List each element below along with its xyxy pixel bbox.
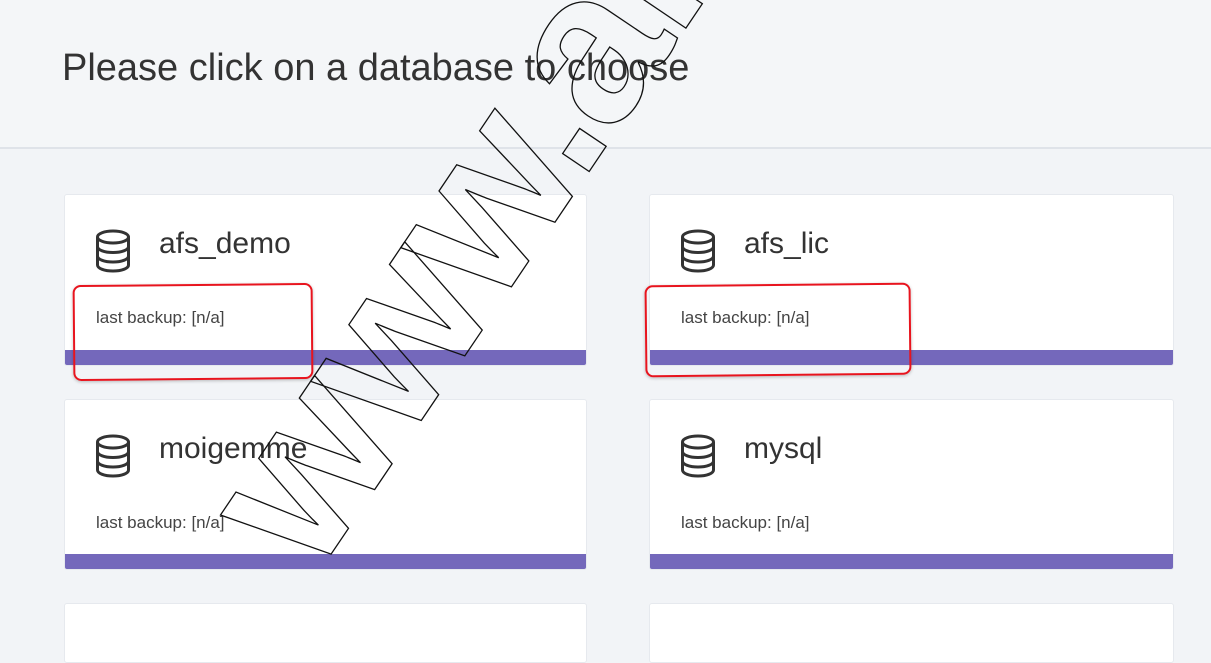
page-header: Please click on a database to choose [0,0,1211,149]
database-icon [95,434,131,478]
last-backup-label: last backup: [n/a] [681,513,810,532]
database-icon [680,434,716,478]
database-card-mysql[interactable]: mysql last backup: [n/a] [649,399,1174,570]
card-accent-bar [650,554,1173,569]
database-name: mysql [744,432,823,465]
page-title: Please click on a database to choose [62,47,690,89]
card-accent-bar [65,554,586,569]
database-card-6[interactable] [649,603,1174,663]
card-accent-bar [65,350,586,365]
last-backup-label: last backup: [n/a] [96,513,225,532]
card-accent-bar [650,350,1173,365]
database-name: afs_lic [744,227,830,260]
database-name: moigemme [159,432,308,465]
database-icon [680,229,716,273]
database-icon [95,229,131,273]
last-backup-label: last backup: [n/a] [681,308,810,327]
database-card-afs-lic[interactable]: afs_lic last backup: [n/a] [649,194,1174,366]
database-card-afs-demo[interactable]: afs_demo last backup: [n/a] [64,194,587,366]
database-card-5[interactable] [64,603,587,663]
database-name: afs_demo [159,227,291,260]
database-card-moigemme[interactable]: moigemme last backup: [n/a] [64,399,587,570]
last-backup-label: last backup: [n/a] [96,308,225,327]
